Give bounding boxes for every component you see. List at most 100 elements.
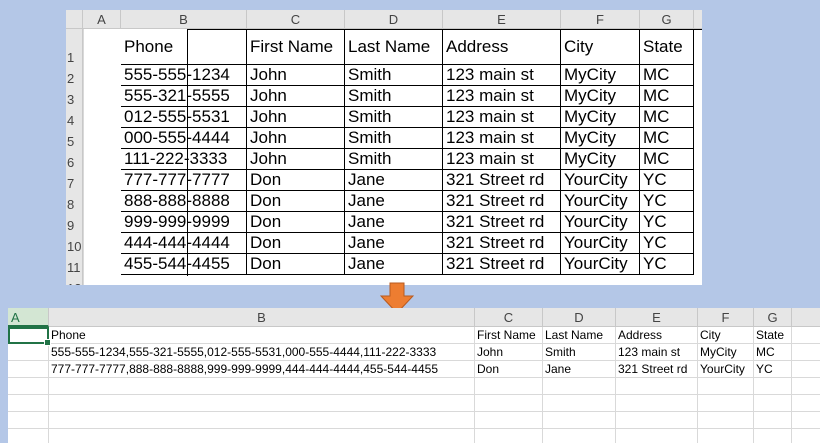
cell-address[interactable]: 123 main st [443,65,561,86]
header-cell-phone[interactable]: Phone [121,30,247,65]
cell-last-name[interactable]: Smith [345,149,443,170]
cell-city[interactable]: MyCity [561,128,640,149]
cell-first-name[interactable]: John [247,107,345,128]
cell-phone[interactable]: 444-444-4444 [121,233,247,254]
column-header-c[interactable]: C [475,308,543,327]
cell-last-name[interactable]: Smith [345,86,443,107]
cell-phone[interactable]: 777-777-7777,888-888-8888,999-999-9999,4… [49,361,475,378]
cell-first-name[interactable]: Don [247,170,345,191]
row-header[interactable]: 5 [66,128,83,149]
cell-first-name[interactable]: Don [475,361,543,378]
header-cell-city[interactable]: City [561,30,640,65]
cell-city[interactable]: MyCity [561,86,640,107]
header-cell-state[interactable]: State [640,30,694,65]
row-header[interactable]: 7 [66,170,83,191]
header-cell-last-name[interactable]: Last Name [345,30,443,65]
row-header[interactable]: 8 [66,191,83,212]
cell-first-name[interactable]: John [247,149,345,170]
row-header[interactable]: 1 [66,29,83,65]
cell-city[interactable]: YourCity [561,191,640,212]
cell-state[interactable]: YC [640,233,694,254]
cell-first-name[interactable]: John [247,86,345,107]
cell-state[interactable]: MC [640,128,694,149]
cell-address[interactable]: 321 Street rd [443,170,561,191]
cell-last-name[interactable]: Smith [543,344,616,361]
cell-address[interactable]: 123 main st [443,86,561,107]
cell-first-name[interactable]: Don [247,254,345,275]
column-header-d[interactable]: D [543,308,616,327]
cell-city[interactable]: MyCity [561,65,640,86]
cell-first-name[interactable]: Don [247,233,345,254]
cell-last-name[interactable]: Jane [543,361,616,378]
header-cell-first-name[interactable]: First Name [475,327,543,344]
cell-state[interactable]: YC [640,212,694,233]
cell-state[interactable]: YC [640,191,694,212]
cell-city[interactable]: YourCity [561,254,640,275]
cell-last-name[interactable]: Jane [345,170,443,191]
column-header-f[interactable]: F [698,308,754,327]
cell-city[interactable]: YourCity [698,361,754,378]
column-header-a[interactable]: A [8,308,49,327]
cell-phone[interactable]: 555-555-1234,555-321-5555,012-555-5531,0… [49,344,475,361]
cell-phone[interactable]: 888-888-8888 [121,191,247,212]
column-header-h[interactable] [792,308,820,327]
cell-phone[interactable]: 555-321-5555 [121,86,247,107]
cell-address[interactable]: 321 Street rd [443,254,561,275]
column-header-b[interactable]: B [121,10,247,29]
cell-last-name[interactable]: Smith [345,65,443,86]
cell-last-name[interactable]: Smith [345,107,443,128]
cell-city[interactable]: YourCity [561,233,640,254]
header-cell-phone[interactable]: Phone [49,327,475,344]
cell-city[interactable]: YourCity [561,170,640,191]
cell-last-name[interactable]: Jane [345,254,443,275]
cell-first-name[interactable]: Don [247,191,345,212]
active-cell-a1[interactable] [8,327,51,346]
column-header-b[interactable]: B [49,308,475,327]
cell-address[interactable]: 321 Street rd [443,191,561,212]
cell-phone[interactable]: 000-555-4444 [121,128,247,149]
cell-city[interactable]: MyCity [561,149,640,170]
cell-first-name[interactable]: Don [247,212,345,233]
cell-phone[interactable]: 555-555-1234 [121,65,247,86]
cell-address[interactable]: 321 Street rd [443,212,561,233]
header-cell-state[interactable]: State [754,327,792,344]
cell-last-name[interactable]: Jane [345,233,443,254]
row-header[interactable]: 4 [66,107,83,128]
cell-last-name[interactable]: Jane [345,212,443,233]
cell-state[interactable]: MC [640,86,694,107]
cell-address[interactable]: 321 Street rd [616,361,698,378]
column-header-e[interactable]: E [443,10,561,29]
cell-first-name[interactable]: John [247,65,345,86]
cell-last-name[interactable]: Smith [345,128,443,149]
cell-phone[interactable]: 012-555-5531 [121,107,247,128]
cell-phone[interactable]: 999-999-9999 [121,212,247,233]
cell-state[interactable]: MC [640,149,694,170]
cell-state[interactable]: YC [754,361,792,378]
column-header-c[interactable]: C [247,10,345,29]
row-header[interactable]: 6 [66,149,83,170]
row-header[interactable]: 12 [66,275,83,285]
cell-state[interactable]: MC [640,65,694,86]
cell-phone[interactable]: 111-222-3333 [121,149,247,170]
cell-city[interactable]: MyCity [561,107,640,128]
cell-address[interactable]: 123 main st [443,149,561,170]
row-header[interactable]: 11 [66,254,83,275]
cell-address[interactable]: 123 main st [616,344,698,361]
cell-phone[interactable]: 777-777-7777 [121,170,247,191]
column-header-d[interactable]: D [345,10,443,29]
header-cell-first-name[interactable]: First Name [247,30,345,65]
cell-address[interactable]: 123 main st [443,128,561,149]
cell-state[interactable]: YC [640,170,694,191]
column-header-g[interactable]: G [754,308,792,327]
column-header-h[interactable] [694,10,702,29]
cell-phone[interactable]: 455-544-4455 [121,254,247,275]
header-cell-last-name[interactable]: Last Name [543,327,616,344]
column-header-f[interactable]: F [561,10,640,29]
cell-city[interactable]: YourCity [561,212,640,233]
column-header-e[interactable]: E [616,308,698,327]
cell-first-name[interactable]: John [247,128,345,149]
cell-state[interactable]: YC [640,254,694,275]
cell-last-name[interactable]: Jane [345,191,443,212]
row-header[interactable]: 9 [66,212,83,233]
column-header-a[interactable]: A [83,10,121,29]
